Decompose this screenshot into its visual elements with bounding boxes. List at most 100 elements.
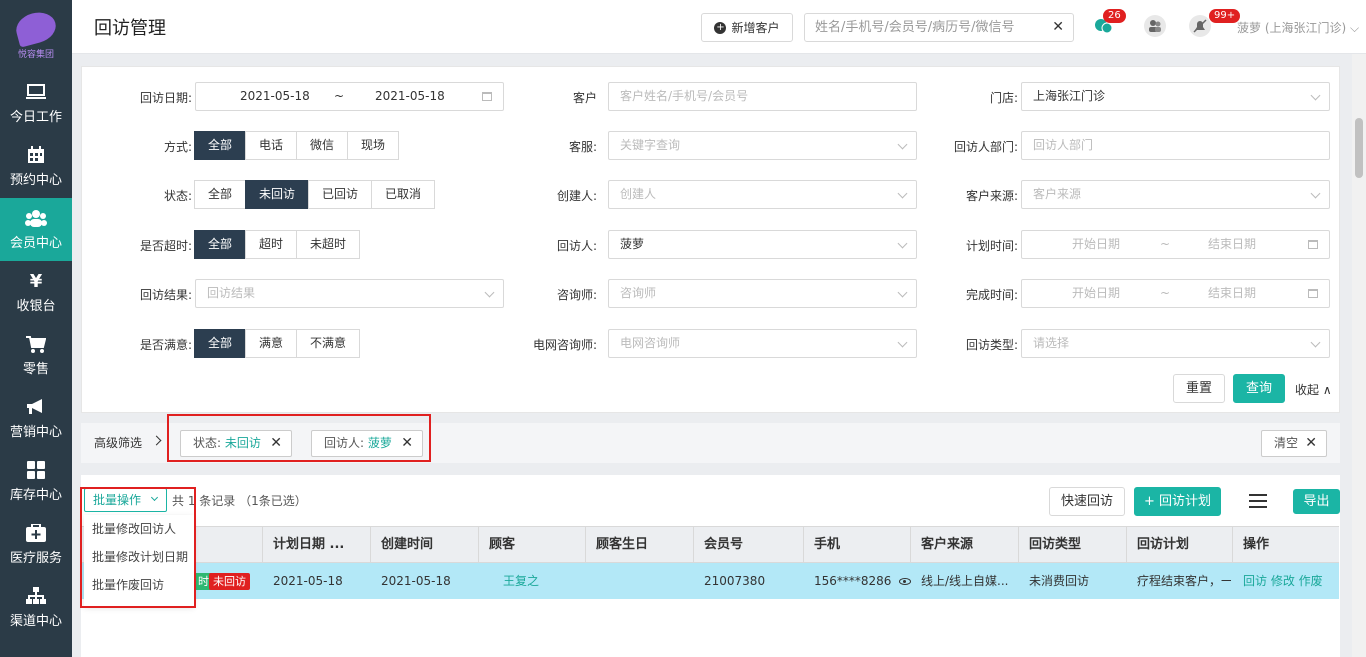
clear-search-icon[interactable]: ✕ bbox=[1052, 14, 1064, 41]
cart-icon bbox=[25, 334, 47, 354]
chevron-down-icon bbox=[1310, 337, 1321, 348]
overtime-option-yes[interactable]: 超时 bbox=[245, 230, 298, 259]
team-icon[interactable] bbox=[1144, 15, 1166, 37]
notification-bell-icon[interactable] bbox=[1189, 15, 1211, 37]
store-label: 门店: bbox=[989, 91, 1018, 105]
sidebar-item-label: 渠道中心 bbox=[9, 614, 62, 629]
sidebar-item-marketing[interactable]: 营销中心 bbox=[0, 387, 72, 450]
dept-input[interactable]: 回访人部门 bbox=[1021, 131, 1330, 160]
visit-type-placeholder: 请选择 bbox=[1033, 336, 1070, 350]
status-option-all[interactable]: 全部 bbox=[194, 180, 247, 209]
status-option-cancelled[interactable]: 已取消 bbox=[371, 180, 436, 209]
yen-icon: ¥ bbox=[29, 270, 43, 292]
sidebar-item-label: 库存中心 bbox=[9, 488, 62, 503]
source-label: 客户来源: bbox=[965, 189, 1018, 203]
filter-panel: 回访日期: 2021-05-18 ~ 2021-05-18 客户 客户姓名/手机… bbox=[81, 66, 1340, 413]
highlight-box bbox=[80, 487, 196, 608]
status-label: 状态: bbox=[163, 189, 192, 203]
sidebar-item-members[interactable]: 会员中心 bbox=[0, 198, 72, 261]
sidebar-item-retail[interactable]: 零售 bbox=[0, 324, 72, 387]
quick-visit-button[interactable]: 快速回访 bbox=[1049, 487, 1125, 516]
chevron-down-icon bbox=[1310, 90, 1321, 101]
result-select[interactable]: 回访结果 bbox=[195, 279, 504, 308]
cell-plan-date: 2021-05-18 bbox=[273, 574, 343, 588]
done-time-range[interactable]: 开始日期 ~ 结束日期 bbox=[1021, 279, 1330, 308]
status-option-unvisited[interactable]: 未回访 bbox=[245, 180, 310, 209]
method-option-onsite[interactable]: 现场 bbox=[347, 131, 400, 160]
scrollbar-thumb[interactable] bbox=[1355, 118, 1363, 178]
method-option-wechat[interactable]: 微信 bbox=[296, 131, 349, 160]
column-header: 客户来源 bbox=[910, 527, 973, 562]
sidebar-item-cashier[interactable]: ¥ 收银台 bbox=[0, 261, 72, 324]
add-visit-plan-button[interactable]: + 回访计划 bbox=[1134, 487, 1221, 516]
clear-filters-button[interactable]: 清空 ✕ bbox=[1261, 430, 1327, 457]
customer-input[interactable]: 客户姓名/手机号/会员号 bbox=[608, 82, 917, 111]
sidebar-item-label: 营销中心 bbox=[9, 425, 62, 440]
column-header[interactable]: 计划日期 ... bbox=[262, 527, 344, 562]
sidebar-item-appointment[interactable]: 预约中心 bbox=[0, 135, 72, 198]
sidebar-item-inventory[interactable]: 库存中心 bbox=[0, 450, 72, 513]
visitor-select[interactable]: 菠萝 bbox=[608, 230, 917, 259]
date-separator: ~ bbox=[1160, 286, 1171, 300]
creator-select[interactable]: 创建人 bbox=[608, 180, 917, 209]
user-menu[interactable]: 菠萝 (上海张江门诊) ⌵ bbox=[1237, 19, 1359, 36]
source-select[interactable]: 客户来源 bbox=[1021, 180, 1330, 209]
done-time-start: 开始日期 bbox=[1072, 286, 1121, 300]
overtime-label: 是否超时: bbox=[139, 239, 192, 253]
net-consultant-label: 电网咨询师: bbox=[532, 338, 597, 352]
service-select[interactable]: 关键字查询 bbox=[608, 131, 917, 160]
plan-time-label: 计划时间: bbox=[965, 239, 1018, 253]
satisfied-option-no[interactable]: 不满意 bbox=[296, 329, 361, 358]
done-time-end: 结束日期 bbox=[1208, 286, 1257, 300]
row-actions[interactable]: 回访 修改 作废 bbox=[1233, 563, 1323, 599]
chevron-down-icon bbox=[897, 188, 908, 199]
status-option-visited[interactable]: 已回访 bbox=[308, 180, 373, 209]
consultant-select[interactable]: 咨询师 bbox=[608, 279, 917, 308]
reset-button[interactable]: 重置 bbox=[1173, 374, 1225, 403]
plan-time-end: 结束日期 bbox=[1208, 237, 1257, 251]
satisfied-option-yes[interactable]: 满意 bbox=[245, 329, 298, 358]
collapse-toggle[interactable]: 收起 ∧ bbox=[1295, 381, 1332, 398]
table-header: 计划日期 ... 创建时间 顾客 顾客生日 会员号 手机 客户来源 回访类型 回… bbox=[82, 526, 1339, 563]
calendar-icon bbox=[25, 145, 47, 165]
method-option-phone[interactable]: 电话 bbox=[245, 131, 298, 160]
chat-badge: 26 bbox=[1103, 9, 1126, 23]
notification-badge: 99+ bbox=[1209, 9, 1241, 23]
plan-time-range[interactable]: 开始日期 ~ 结束日期 bbox=[1021, 230, 1330, 259]
global-search-input[interactable]: 姓名/手机号/会员号/病历号/微信号 ✕ bbox=[804, 13, 1074, 42]
visit-type-select[interactable]: 请选择 bbox=[1021, 329, 1330, 358]
query-button[interactable]: 查询 bbox=[1233, 374, 1285, 403]
date-separator: ~ bbox=[1160, 237, 1171, 251]
sidebar-item-channel[interactable]: 渠道中心 bbox=[0, 576, 72, 639]
chevron-right-icon[interactable] bbox=[151, 435, 162, 446]
column-settings-icon[interactable] bbox=[1249, 494, 1267, 510]
date-separator: ~ bbox=[334, 89, 345, 103]
cell-source: 线上/线上自媒... bbox=[921, 574, 1009, 588]
dept-label: 回访人部门: bbox=[953, 140, 1018, 154]
sidebar-item-today[interactable]: 今日工作 bbox=[0, 72, 72, 135]
store-select[interactable]: 上海张江门诊 bbox=[1021, 82, 1330, 111]
source-placeholder: 客户来源 bbox=[1033, 187, 1082, 201]
cell-birthday bbox=[586, 563, 596, 599]
chevron-down-icon bbox=[897, 238, 908, 249]
overtime-option-no[interactable]: 未超时 bbox=[296, 230, 361, 259]
service-label: 客服: bbox=[568, 140, 597, 154]
new-customer-button[interactable]: + 新增客户 bbox=[701, 13, 793, 42]
monitor-icon bbox=[25, 82, 47, 102]
column-header: 创建时间 bbox=[370, 527, 433, 562]
medical-kit-icon bbox=[25, 523, 47, 543]
customer-link[interactable]: 王复之 bbox=[493, 563, 539, 599]
method-option-all[interactable]: 全部 bbox=[194, 131, 247, 160]
overtime-option-all[interactable]: 全部 bbox=[194, 230, 247, 259]
table-row[interactable]: 时 未回访 2021-05-18 2021-05-18 王复之 21007380… bbox=[82, 563, 1339, 599]
eye-icon[interactable] bbox=[899, 578, 912, 585]
export-button[interactable]: 导出 bbox=[1293, 489, 1340, 514]
column-header: 回访类型 bbox=[1018, 527, 1081, 562]
sidebar: 悦容集团 今日工作 预约中心 会员中心 ¥ 收银台 零售 营销中心 库存中心 医… bbox=[0, 0, 72, 657]
method-label: 方式: bbox=[163, 140, 192, 154]
sidebar-item-medical[interactable]: 医疗服务 bbox=[0, 513, 72, 576]
satisfied-option-all[interactable]: 全部 bbox=[194, 329, 247, 358]
visit-date-range[interactable]: 2021-05-18 ~ 2021-05-18 bbox=[195, 82, 504, 111]
net-consultant-select[interactable]: 电网咨询师 bbox=[608, 329, 917, 358]
chevron-up-icon: ∧ bbox=[1319, 383, 1332, 397]
